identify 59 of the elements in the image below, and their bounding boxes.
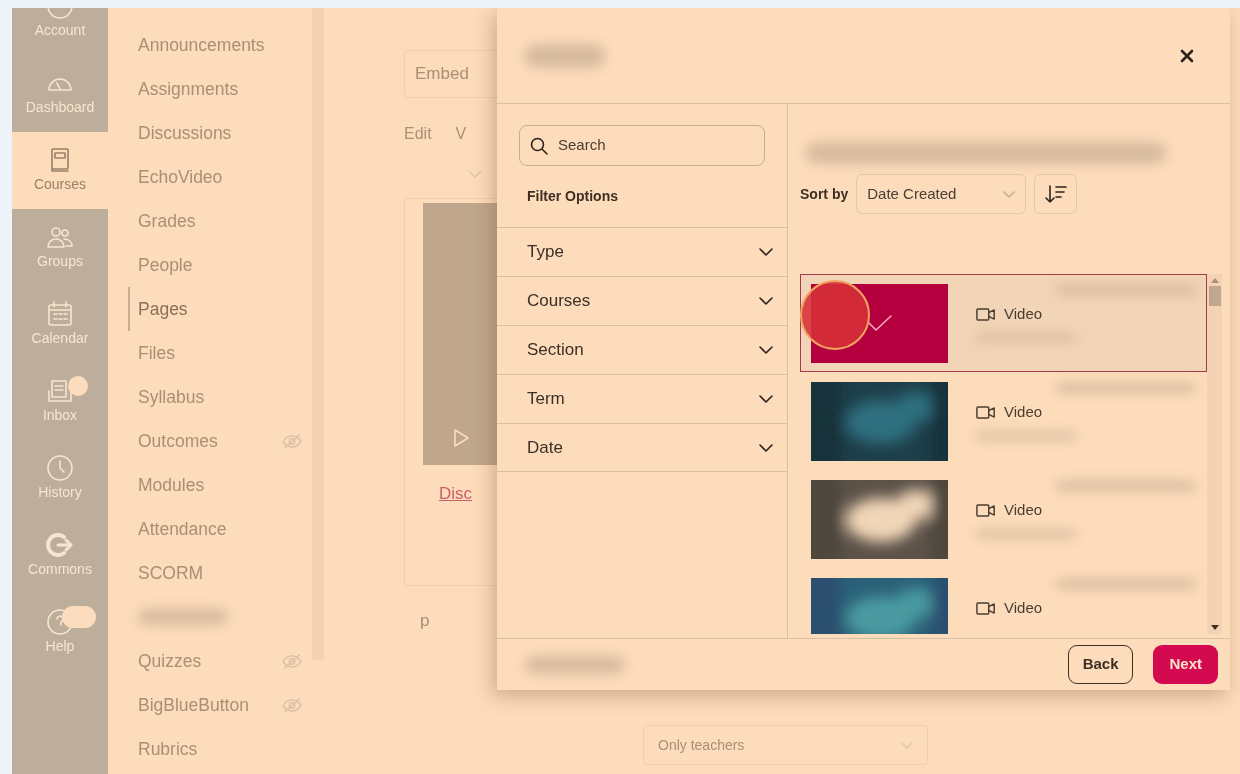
- course-nav-link[interactable]: Files: [128, 331, 324, 375]
- filter-heading: Filter Options: [527, 187, 619, 206]
- nav-label: Account: [34, 21, 86, 40]
- filter-accordion[interactable]: Type: [497, 227, 787, 276]
- back-button[interactable]: Back: [1067, 645, 1134, 684]
- course-nav-link[interactable]: Rubrics: [128, 727, 324, 771]
- nav-label: Inbox: [42, 406, 78, 425]
- course-nav-link[interactable]: EchoVideo: [128, 155, 324, 199]
- filter-accordion[interactable]: Term: [497, 374, 787, 423]
- media-type: Video: [1004, 598, 1043, 618]
- sort-label: Sort by: [800, 184, 849, 204]
- course-nav-link[interactable]: Outcomes: [128, 419, 324, 463]
- course-nav-link[interactable]: People: [128, 243, 324, 287]
- nav-label: Calendar: [31, 329, 89, 348]
- course-nav-link[interactable]: Modules: [128, 463, 324, 507]
- filter-accordion[interactable]: Date: [497, 423, 787, 472]
- search-input[interactable]: Search: [556, 133, 736, 158]
- media-item[interactable]: Video: [800, 470, 1207, 568]
- nav-label: Courses: [33, 175, 87, 194]
- tab[interactable]: V: [455, 121, 467, 146]
- course-nav-link[interactable]: Pages: [128, 287, 324, 331]
- search-field[interactable]: Search: [519, 125, 765, 166]
- paragraph-text: p: [420, 609, 431, 632]
- media-item[interactable]: Video: [800, 372, 1207, 470]
- next-button[interactable]: Next: [1153, 645, 1218, 684]
- course-nav-link[interactable]: Assignments: [128, 67, 324, 111]
- course-nav-link[interactable]: Discussions: [128, 111, 324, 155]
- nav-label: Help: [45, 637, 75, 656]
- visibility-select[interactable]: Only teachers: [643, 725, 928, 765]
- nav-item[interactable]: Account: [12, 8, 108, 55]
- filter-accordion[interactable]: Section: [497, 325, 787, 374]
- nav-label: Dashboard: [25, 98, 95, 117]
- nav-item[interactable]: Dashboard: [12, 55, 108, 132]
- course-nav-link[interactable]: BigBlueButton: [128, 683, 324, 727]
- sort-select[interactable]: Date Created: [856, 174, 1027, 214]
- nav-item[interactable]: Help: [12, 594, 108, 671]
- nav-item[interactable]: History: [12, 440, 108, 517]
- course-nav-link[interactable]: Attendance: [128, 507, 324, 551]
- nav-item[interactable]: Groups: [12, 209, 108, 286]
- nav-label: History: [38, 483, 82, 502]
- media-item[interactable]: Video: [800, 568, 1207, 634]
- course-nav-link[interactable]: Quizzes: [128, 639, 324, 683]
- nav-item[interactable]: Commons: [12, 517, 108, 594]
- media-type: Video: [1004, 402, 1043, 422]
- course-nav-link[interactable]: Grades: [128, 199, 324, 243]
- filter-accordion[interactable]: Courses: [497, 276, 787, 325]
- course-nav-link[interactable]: Syllabus: [128, 375, 324, 419]
- video-link[interactable]: Disc: [439, 480, 473, 506]
- course-nav-link[interactable]: Announcements: [128, 23, 324, 67]
- media-item[interactable]: Video: [800, 274, 1207, 372]
- nav-item[interactable]: Calendar: [12, 286, 108, 363]
- tab[interactable]: Edit: [404, 121, 432, 146]
- nav-label: Commons: [28, 560, 92, 579]
- nav-item[interactable]: Courses: [12, 132, 108, 209]
- media-type: Video: [1004, 500, 1043, 520]
- nav-label: Groups: [37, 252, 83, 271]
- media-type: Video: [1004, 304, 1043, 324]
- nav-item[interactable]: Inbox: [12, 363, 108, 440]
- course-nav-link[interactable]: SCORM: [128, 551, 324, 595]
